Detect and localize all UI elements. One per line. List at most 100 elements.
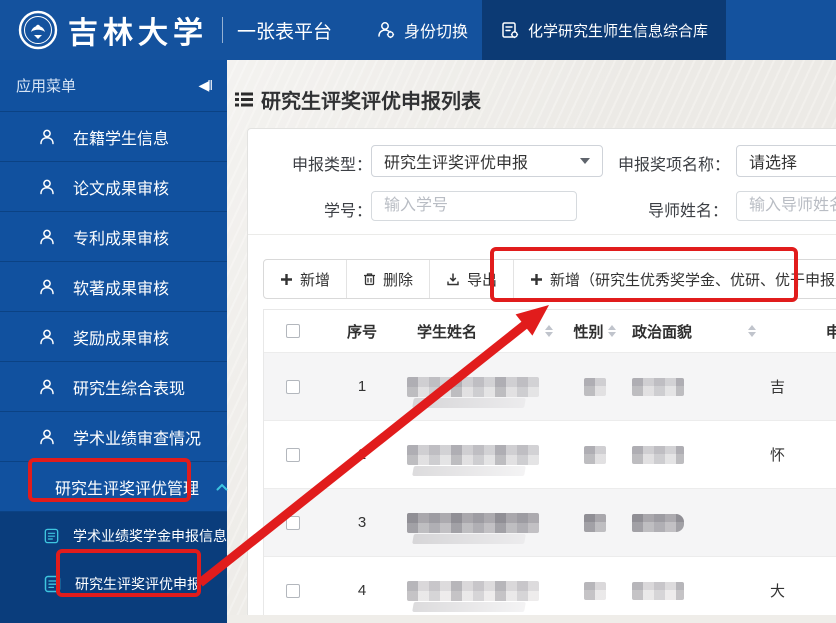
filter-label-award-name: 申报奖项名称： [618,157,731,174]
sidebar-item-label: 论文成果审核 [73,180,170,198]
export-button[interactable]: 导出 [429,260,513,298]
redacted-gender [583,377,606,396]
column-clipped: 申 [826,323,836,341]
platform-name: 一张表平台 [237,21,333,43]
topbar-divider [222,17,223,43]
sidebar-item-enrolled-students[interactable]: 在籍学生信息 [0,111,227,161]
submenu-item-scholarship-info[interactable]: 学术业绩奖学金申报信息 [0,512,227,560]
row-edge-text: 怀 [770,447,786,464]
sidebar-item-paper-review[interactable]: 论文成果审核 [0,161,227,211]
sidebar-header: 应用菜单 ◀‖ [0,60,227,111]
main-content: 研究生评奖评优申报列表 申报类型： 研究生评奖评优申报 申报奖项名称： 请选择 … [227,60,836,615]
identity-switch-button[interactable]: 身份切换 [376,18,468,42]
person-icon [40,379,54,394]
university-name: 吉林大学 [68,16,208,51]
person-gear-icon [378,22,395,39]
submenu-item-label: 学术业绩奖学金申报信息 [73,528,227,544]
sidebar-item-label: 学术业绩审查情况 [73,430,202,448]
person-icon [40,229,54,244]
table-row: 4 大 [264,556,836,615]
university-seal-icon [18,10,58,50]
column-index: 序号 [346,323,377,341]
select-all-checkbox[interactable] [286,324,300,338]
chevron-up-icon [216,483,228,491]
sidebar-item-patent-review[interactable]: 专利成果审核 [0,211,227,261]
active-app-tab[interactable]: 化学研究生师生信息综合库 [482,0,727,60]
add-special-button[interactable]: 新增（研究生优秀奖学金、优研、优干申报） [513,260,836,298]
list-icon [235,92,253,107]
add-button[interactable]: 新增 [264,260,346,298]
row-index: 2 [357,446,367,463]
report-type-select[interactable]: 研究生评奖评优申报 [371,145,603,177]
checklist-icon [44,528,59,544]
row-checkbox[interactable] [286,515,300,530]
redacted-student-name [407,512,539,533]
student-id-input[interactable] [371,191,577,221]
filter-label-report-type: 申报类型： [291,157,372,174]
report-type-value: 研究生评奖评优申报 [384,155,529,172]
page-title: 研究生评奖评优申报列表 [235,85,481,114]
person-icon [40,179,54,194]
person-icon [40,429,54,444]
column-gender[interactable]: 性别 [567,321,622,342]
collapse-sidebar-button[interactable]: ◀‖ [198,77,212,94]
sidebar-item-label: 在籍学生信息 [73,130,170,148]
row-index: 3 [357,514,367,531]
plus-icon [281,273,292,285]
redacted-gender [583,581,606,600]
row-checkbox[interactable] [286,583,300,598]
column-politics[interactable]: 政治面貌 [622,321,762,342]
sidebar-item-software-review[interactable]: 软著成果审核 [0,261,227,311]
person-icon [40,279,54,294]
row-index: 1 [357,378,367,395]
person-icon [40,129,54,144]
add-special-button-label: 新增（研究生优秀奖学金、优研、优干申报） [550,271,836,289]
redacted-gender [583,513,606,532]
sidebar: 应用菜单 ◀‖ 在籍学生信息 论文成果审核 专利成果审核 软著成果审核 奖励成果… [0,60,228,623]
active-app-label: 化学研究生师生信息综合库 [528,22,709,40]
delete-button-label: 删除 [383,271,414,289]
filter-label-tutor-name: 导师姓名： [647,203,728,220]
submenu-item-label: 研究生评奖评优申报 [75,576,201,592]
award-name-value: 请选择 [749,155,798,172]
delete-button[interactable]: 删除 [346,260,429,298]
person-icon [40,329,54,344]
redacted-politics [632,445,684,464]
sort-icon [545,325,553,337]
sort-icon [607,325,616,337]
sort-icon [748,325,756,337]
filter-label-student-id: 学号： [323,203,372,220]
topbar: 吉林大学 一张表平台 身份切换 化学研究生师生信息综合库 [0,0,836,60]
redacted-student-name [407,376,539,397]
sidebar-item-label: 软著成果审核 [73,280,170,298]
tutor-name-input[interactable] [736,191,836,221]
row-edge-text: 大 [770,583,786,600]
redacted-student-name [407,444,539,465]
identity-switch-label: 身份切换 [404,24,469,41]
table-row: 3 [264,488,836,556]
row-index: 4 [357,582,367,599]
row-checkbox[interactable] [286,447,300,462]
submenu-award-management: 学术业绩奖学金申报信息 研究生评奖评优申报 [0,511,227,623]
sidebar-item-label: 研究生评奖评优管理 [55,480,200,498]
row-edge-text: 吉 [770,379,786,396]
table-row: 2 怀 [264,420,836,488]
award-name-select[interactable]: 请选择 [736,145,836,177]
submenu-item-award-application[interactable]: 研究生评奖评优申报 [0,560,227,608]
redacted-politics [632,581,684,600]
column-student-name[interactable]: 学生姓名 [402,321,567,342]
table-row: 1 吉 [264,352,836,420]
redacted-gender [583,445,606,464]
sidebar-item-award-management[interactable]: 研究生评奖评优管理 [0,461,228,511]
export-icon [447,273,459,286]
sidebar-item-label: 研究生综合表现 [73,380,186,398]
data-table: 序号 学生姓名 性别 政治面貌 申 1 吉 2 怀 3 4 大 [263,309,836,615]
export-button-label: 导出 [467,271,498,289]
row-checkbox[interactable] [286,379,300,394]
toolbar: 新增 删除 导出 新增（研究生优秀奖学金、优研、优干申报） [263,259,836,299]
sidebar-header-label: 应用菜单 [16,78,77,95]
filter-separator [248,234,836,235]
sidebar-item-overall-performance[interactable]: 研究生综合表现 [0,361,227,411]
sidebar-item-award-review[interactable]: 奖励成果审核 [0,311,227,361]
sidebar-item-academic-audit[interactable]: 学术业绩审查情况 [0,411,227,461]
